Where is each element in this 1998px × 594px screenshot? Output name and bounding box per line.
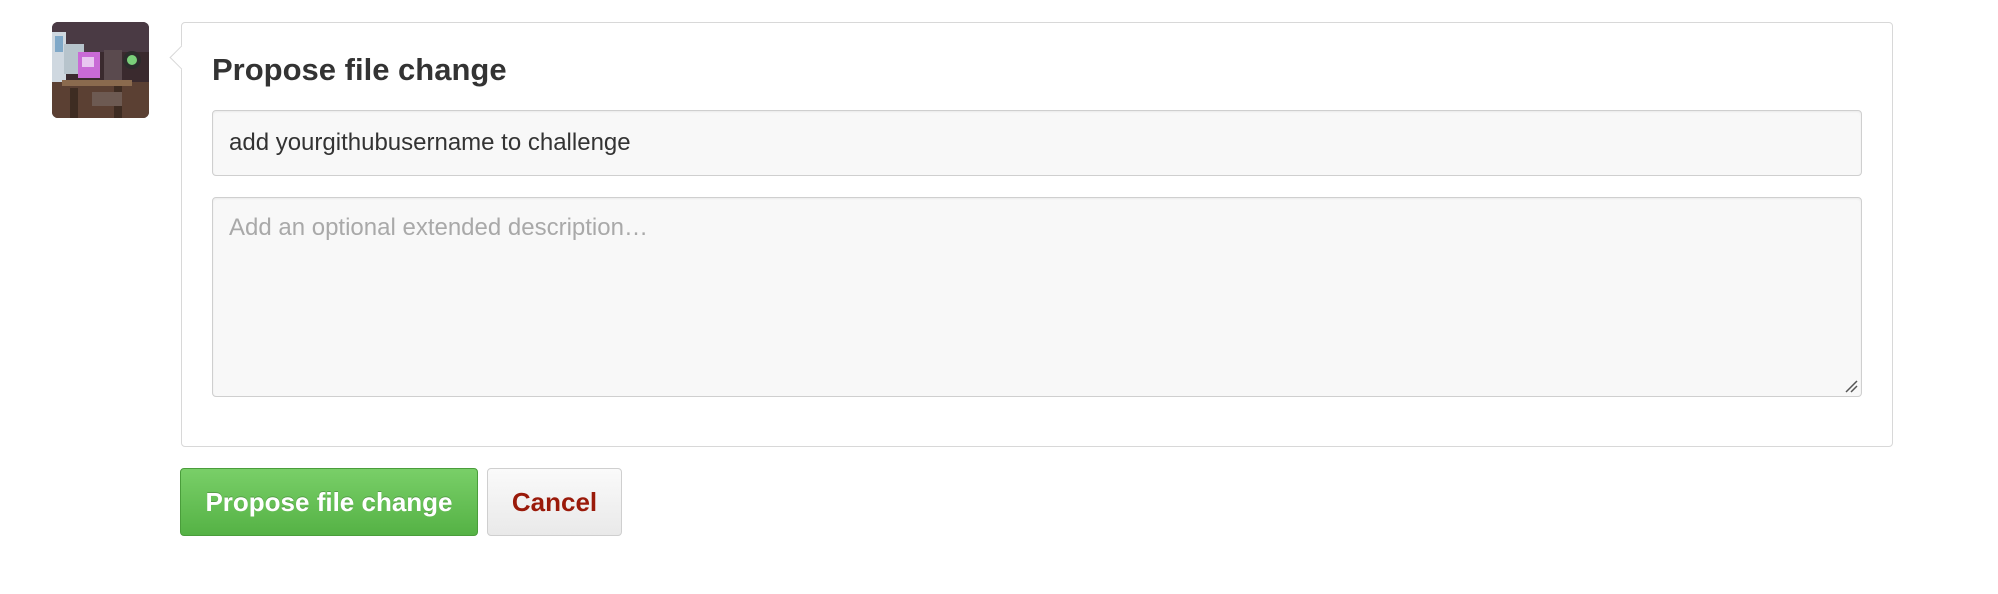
panel-title: Propose file change (212, 52, 507, 87)
avatar[interactable] (52, 22, 149, 118)
commit-panel: Propose file change (169, 22, 1893, 447)
resize-handle-icon[interactable] (1844, 379, 1858, 393)
panel-pointer (169, 45, 194, 70)
propose-file-change-form: Propose file change Propose file change … (0, 0, 1998, 594)
cancel-button[interactable]: Cancel (487, 468, 622, 536)
commit-summary-input[interactable] (212, 110, 1862, 176)
propose-file-change-button[interactable]: Propose file change (180, 468, 478, 536)
commit-description-textarea[interactable] (212, 197, 1862, 397)
avatar-photo-icon (52, 22, 149, 118)
